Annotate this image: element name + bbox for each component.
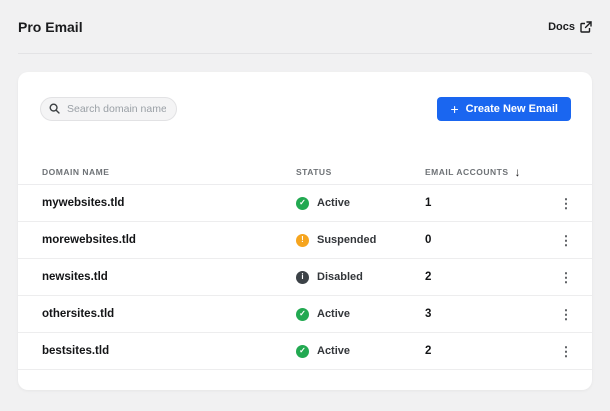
- status-active-icon: ✓: [296, 196, 309, 210]
- row-actions-menu-button[interactable]: ⋮: [554, 304, 579, 325]
- status-active-icon: ✓: [296, 307, 309, 321]
- table-row: othersites.tld ✓ Active 3 ⋮: [18, 296, 592, 333]
- row-actions-menu-button[interactable]: ⋮: [554, 341, 579, 362]
- status-badge: i Disabled: [296, 270, 425, 284]
- status-badge: ✓ Active: [296, 307, 425, 321]
- domain-name: othersites.tld: [42, 308, 115, 320]
- page-title: Pro Email: [18, 18, 83, 35]
- email-accounts-count: 2: [425, 271, 432, 283]
- docs-link-label: Docs: [548, 20, 575, 33]
- docs-link[interactable]: Docs: [548, 21, 592, 33]
- column-header-status: Status: [296, 167, 332, 177]
- table-row: morewebsites.tld ! Suspended 0 ⋮: [18, 222, 592, 259]
- column-header-domain-name: Domain Name: [42, 167, 110, 177]
- email-accounts-count: 2: [425, 345, 432, 357]
- domain-name: morewebsites.tld: [42, 234, 136, 246]
- row-actions-menu-button[interactable]: ⋮: [554, 267, 579, 288]
- email-accounts-count: 3: [425, 308, 432, 320]
- table-row: bestsites.tld ✓ Active 2 ⋮: [18, 333, 592, 370]
- status-label: Suspended: [317, 234, 377, 246]
- status-disabled-icon: i: [296, 270, 309, 284]
- card-footer-spacer: [18, 370, 592, 390]
- row-actions-menu-button[interactable]: ⋮: [554, 193, 579, 214]
- header-divider: [18, 53, 592, 54]
- domain-name: newsites.tld: [42, 271, 108, 283]
- external-link-icon: [580, 20, 592, 33]
- status-active-icon: ✓: [296, 344, 309, 358]
- create-new-email-button[interactable]: + Create New Email: [437, 97, 571, 121]
- email-domains-card: + Create New Email Domain Name Status Em…: [18, 72, 592, 390]
- page-header: Pro Email Docs: [0, 0, 610, 53]
- status-label: Active: [317, 308, 351, 320]
- table-header-row: Domain Name Status Email Accounts ↓: [18, 160, 592, 185]
- table-row: newsites.tld i Disabled 2 ⋮: [18, 259, 592, 296]
- status-label: Active: [317, 345, 351, 357]
- column-header-email-accounts[interactable]: Email Accounts ↓: [425, 165, 556, 179]
- status-badge: ✓ Active: [296, 344, 425, 358]
- row-actions-menu-button[interactable]: ⋮: [554, 230, 579, 251]
- status-label: Disabled: [317, 271, 363, 283]
- toolbar: + Create New Email: [18, 97, 592, 121]
- email-accounts-count: 1: [425, 197, 432, 209]
- sort-descending-icon: ↓: [514, 165, 521, 179]
- search-input[interactable]: [40, 97, 177, 121]
- email-accounts-count: 0: [425, 234, 432, 246]
- status-badge: ! Suspended: [296, 233, 425, 247]
- status-label: Active: [317, 197, 351, 209]
- column-header-email-accounts-label: Email Accounts: [425, 167, 509, 177]
- search-field-wrapper: [40, 97, 177, 121]
- status-suspended-icon: !: [296, 233, 309, 247]
- create-new-email-label: Create New Email: [465, 103, 558, 115]
- domain-name: mywebsites.tld: [42, 197, 125, 209]
- domain-name: bestsites.tld: [42, 345, 110, 357]
- plus-icon: +: [450, 100, 459, 117]
- status-badge: ✓ Active: [296, 196, 425, 210]
- table-row: mywebsites.tld ✓ Active 1 ⋮: [18, 185, 592, 222]
